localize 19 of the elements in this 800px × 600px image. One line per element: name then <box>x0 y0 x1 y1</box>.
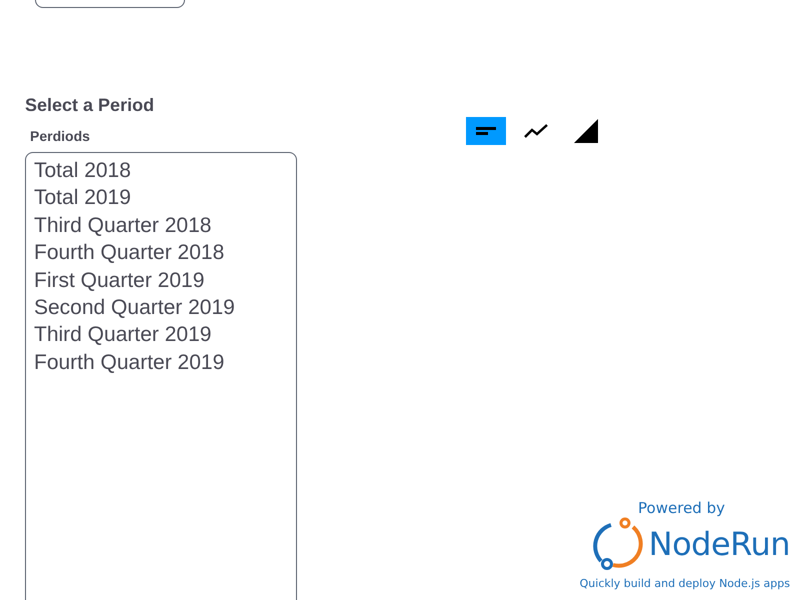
period-option[interactable]: Fourth Quarter 2018 <box>33 239 226 267</box>
period-listbox[interactable]: Total 2018 Total 2019 Third Quarter 2018 Fourth Quarter 2018 First Quarter 2019 Second Quarter 2019 Third Quarter 2019 Fourth Quarter 2019 <box>25 152 297 600</box>
line-chart-icon <box>524 124 548 138</box>
section-heading: Select a Period <box>25 95 156 116</box>
period-option[interactable]: Second Quarter 2019 <box>33 294 236 322</box>
brand-name: NodeRun <box>648 525 790 563</box>
period-option[interactable]: Fourth Quarter 2019 <box>33 348 226 376</box>
area-chart-icon <box>574 119 598 143</box>
period-option[interactable]: Third Quarter 2019 <box>33 321 212 349</box>
period-option[interactable]: First Quarter 2019 <box>33 266 206 294</box>
period-option[interactable]: Total 2019 <box>33 184 132 212</box>
field-label: Perdiods <box>30 128 91 144</box>
powered-by-text: Powered by <box>638 499 725 517</box>
chart-type-button[interactable] <box>466 117 506 145</box>
period-option[interactable]: Third Quarter 2018 <box>33 212 212 240</box>
tagline: Quickly build and deploy Node.js apps <box>580 577 790 590</box>
logo-icon <box>592 517 643 571</box>
period-option[interactable]: Total 2018 <box>33 157 132 184</box>
bars-icon <box>476 127 496 135</box>
